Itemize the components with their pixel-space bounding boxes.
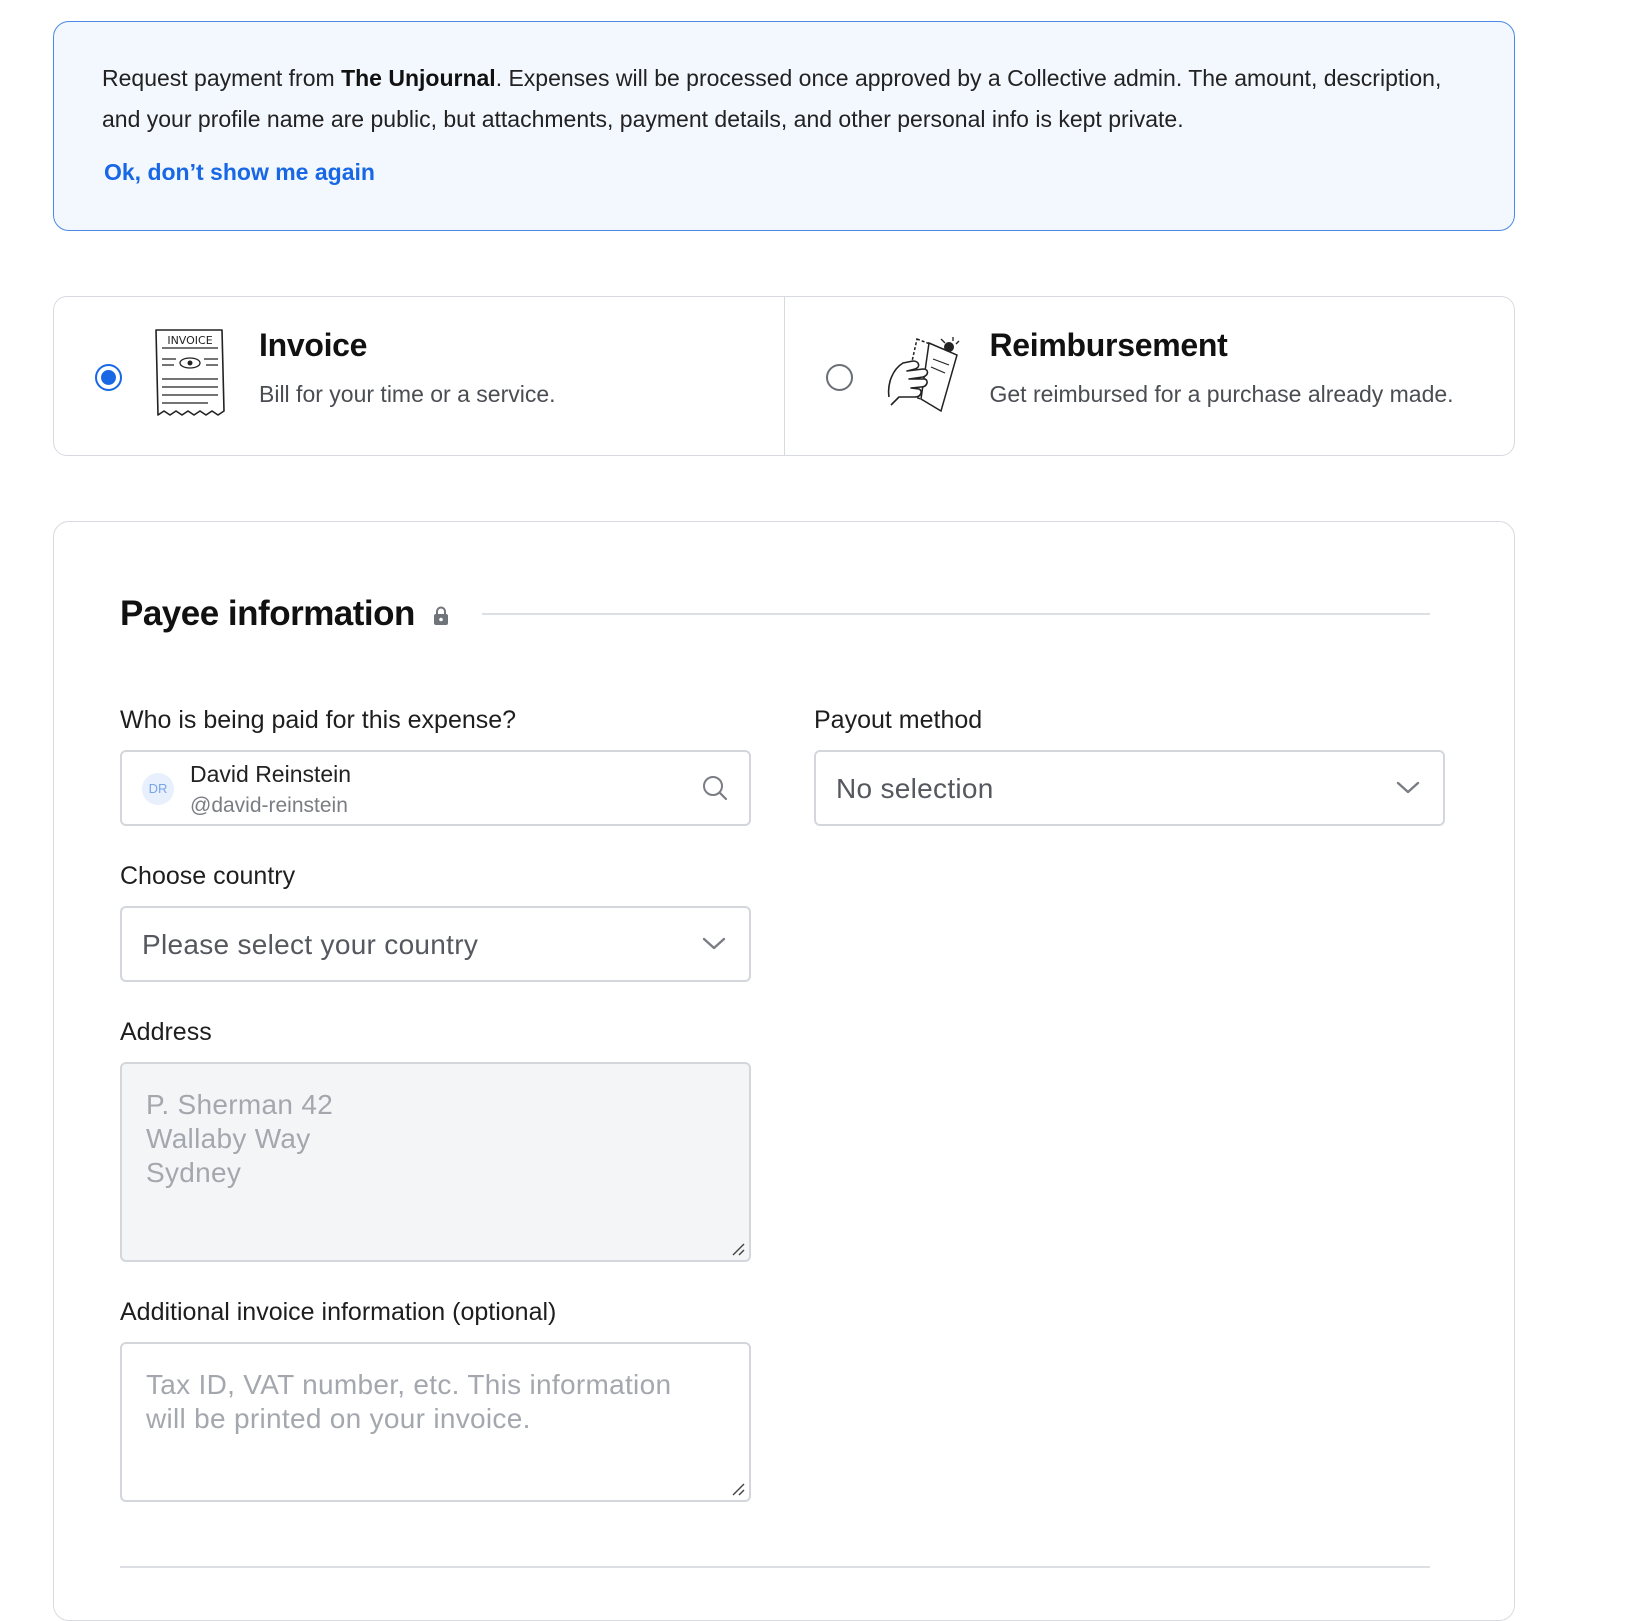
expense-type-reimbursement[interactable]: Reimbursement Get reimbursed for a purch…: [783, 297, 1515, 455]
chevron-down-icon: [702, 937, 726, 950]
country-label: Choose country: [120, 862, 296, 890]
reimbursement-radio[interactable]: [825, 364, 853, 391]
address-textarea[interactable]: P. Sherman 42 Wallaby Way Sydney: [120, 1062, 751, 1262]
payout-method-select[interactable]: No selection: [814, 750, 1445, 826]
address-placeholder: P. Sherman 42 Wallaby Way Sydney: [146, 1089, 334, 1188]
lock-icon: [433, 606, 448, 625]
avatar: DR: [142, 773, 174, 805]
payee-information-card: Payee information Who is being paid for …: [53, 521, 1515, 1621]
country-value: Please select your country: [142, 929, 479, 960]
resize-handle-icon[interactable]: [730, 1241, 746, 1257]
payout-method-value: No selection: [836, 773, 994, 804]
payee-picker[interactable]: DR David Reinstein @david-reinstein: [120, 750, 751, 826]
invoice-radio[interactable]: [95, 364, 122, 391]
section-title: Payee information: [120, 594, 415, 633]
invoice-description: Bill for your time or a service.: [259, 381, 556, 407]
section-divider-bottom: [120, 1566, 1430, 1568]
payee-label: Who is being paid for this expense?: [120, 706, 517, 734]
payee-slug: @david-reinstein: [190, 794, 348, 817]
country-select[interactable]: Please select your country: [120, 906, 751, 982]
banner-text-start: Request payment from: [102, 65, 342, 91]
invoice-title: Invoice: [259, 327, 368, 363]
banner-message: Request payment from The Unjournal. Expe…: [102, 58, 1466, 140]
section-divider: [482, 613, 1430, 615]
invoice-illustration-icon: INVOICE: [155, 329, 225, 416]
additional-info-placeholder: Tax ID, VAT number, etc. This informatio…: [146, 1369, 672, 1434]
info-banner: Request payment from The Unjournal. Expe…: [53, 21, 1515, 231]
address-label: Address: [120, 1018, 212, 1046]
invoice-illustration-text: INVOICE: [167, 334, 212, 347]
reimbursement-title: Reimbursement: [989, 327, 1228, 363]
chevron-down-icon: [1396, 781, 1420, 794]
search-icon[interactable]: [701, 774, 729, 802]
collective-name: The Unjournal: [341, 65, 496, 91]
reimbursement-description: Get reimbursed for a purchase already ma…: [989, 381, 1454, 407]
dismiss-banner-link[interactable]: Ok, don’t show me again: [104, 159, 375, 186]
section-header: Payee information: [120, 594, 449, 634]
additional-info-textarea[interactable]: Tax ID, VAT number, etc. This informatio…: [120, 1342, 751, 1502]
payout-method-label: Payout method: [814, 706, 983, 734]
receipt-hand-illustration-icon: [887, 337, 959, 413]
expense-type-invoice[interactable]: INVOICE Invoice Bill for your time or a …: [54, 297, 784, 455]
resize-handle-icon[interactable]: [730, 1481, 746, 1497]
payee-name: David Reinstein: [190, 761, 352, 787]
additional-info-label: Additional invoice information (optional…: [120, 1298, 557, 1326]
expense-type-selector: INVOICE Invoice Bill for your time or a …: [53, 296, 1515, 456]
